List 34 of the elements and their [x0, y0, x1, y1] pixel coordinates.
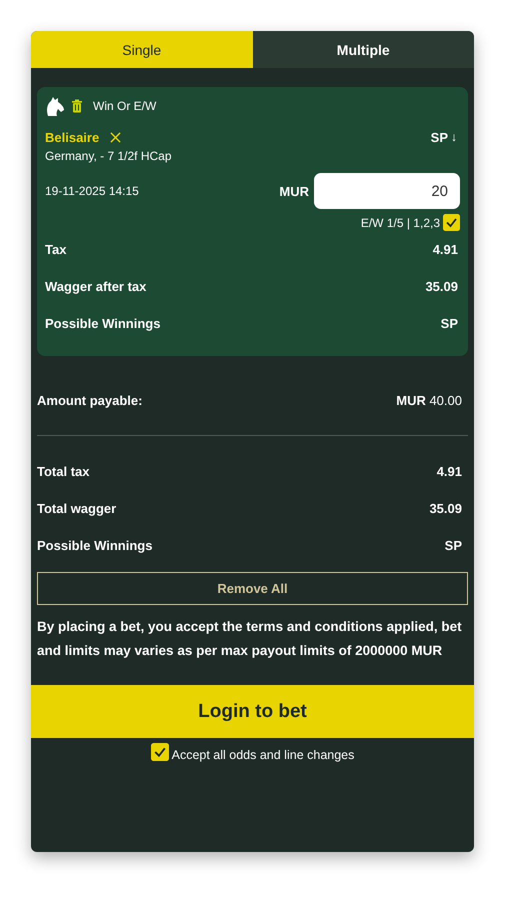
row-value: 35.09	[425, 279, 458, 294]
odds-value: SP	[430, 130, 448, 144]
total-label: Possible Winnings	[37, 538, 152, 553]
accept-checkbox[interactable]	[150, 743, 169, 761]
event-datetime: 19-11-2025 14:15	[45, 184, 139, 198]
each-way-checkbox[interactable]	[443, 214, 460, 231]
each-way-label: E/W 1/5 | 1,2,3	[360, 216, 440, 230]
login-button[interactable]: Login to bet	[31, 685, 474, 738]
stake-input[interactable]: 20	[314, 173, 460, 209]
row-label: Possible Winnings	[45, 316, 160, 331]
amount-payable-value: MUR 40.00	[396, 392, 462, 408]
remove-all-button[interactable]: Remove All	[37, 572, 468, 605]
odds-arrow: ↓	[451, 130, 457, 144]
market-label: Win Or E/W	[93, 99, 156, 113]
horse-head-icon	[45, 95, 65, 117]
accept-label: Accept all odds and line changes	[172, 748, 354, 762]
tab[interactable]: Single	[31, 31, 252, 68]
event-name: Germany, - 7 1/2f HCap	[45, 149, 172, 163]
trash-icon[interactable]	[71, 99, 83, 113]
row-label: Wagger after tax	[45, 279, 146, 294]
selection-name: Belisaire	[45, 130, 100, 144]
row-value: SP	[440, 316, 458, 331]
total-label: Total tax	[37, 464, 90, 479]
total-value: 35.09	[429, 501, 462, 516]
currency-label: MUR	[279, 184, 309, 198]
total-label: Total wagger	[37, 501, 116, 516]
row-value: 4.91	[432, 242, 458, 257]
total-value: 4.91	[436, 464, 462, 479]
disclaimer-text: By placing a bet, you accept the terms and conditions applied, bet and limits may varies as per max payout limits of 2000000 MUR	[37, 618, 463, 660]
row-label: Tax	[45, 242, 66, 257]
amount-payable-label: Amount payable:	[37, 392, 142, 408]
close-icon[interactable]	[110, 132, 122, 142]
total-value: SP	[444, 538, 462, 553]
tab[interactable]: Multiple	[252, 31, 474, 68]
